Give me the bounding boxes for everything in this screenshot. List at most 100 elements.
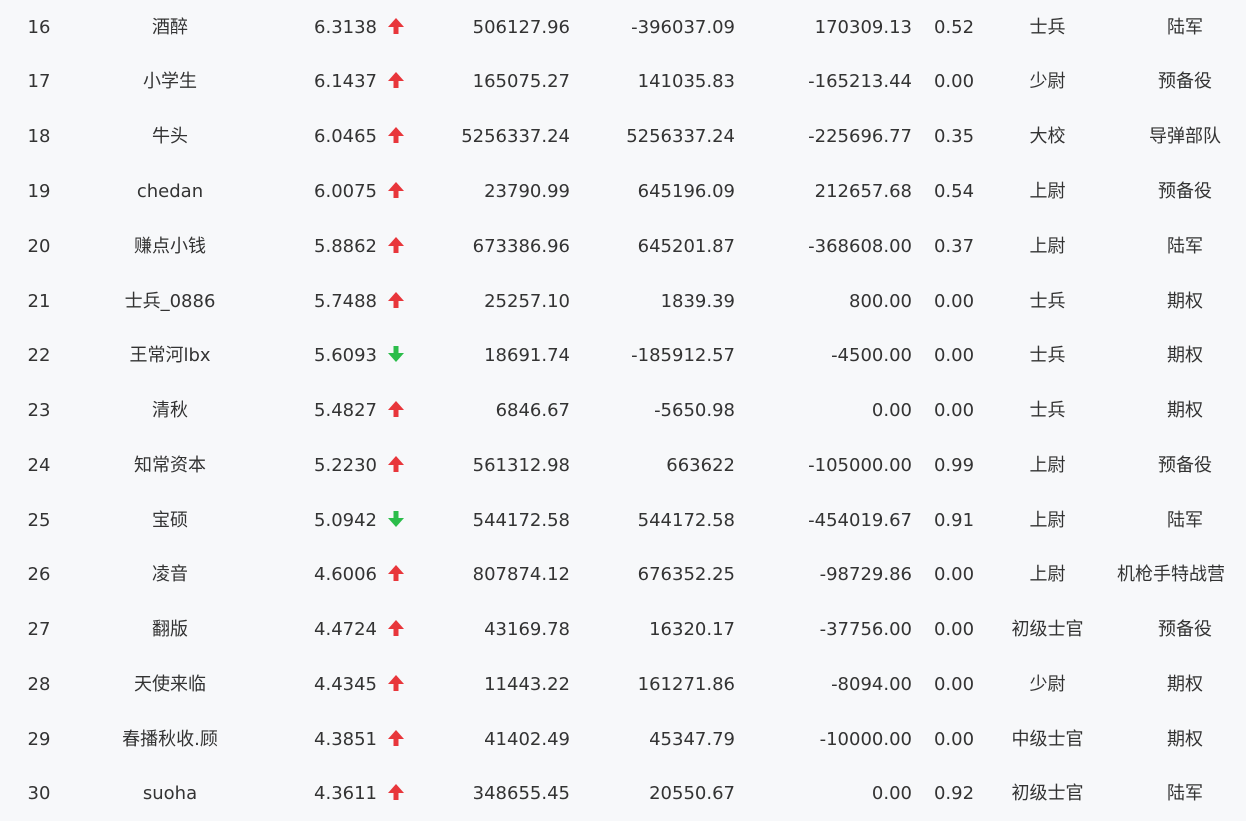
- group-cell: 预备役: [1158, 181, 1212, 202]
- name-link[interactable]: 凌音: [80, 548, 260, 602]
- table-row[interactable]: 28 天使来临 4.4345 11443.22 161271.86 -8094.…: [0, 658, 1246, 712]
- name-link[interactable]: 天使来临: [80, 658, 260, 712]
- rank-cell: 21: [27, 291, 51, 312]
- name-link[interactable]: 翻版: [80, 603, 260, 657]
- arrow-up-icon: [384, 713, 408, 767]
- arrow-up-icon: [384, 384, 408, 438]
- name-link[interactable]: suoha: [80, 767, 260, 821]
- ratio-cell: 0.92: [933, 783, 975, 804]
- table-row[interactable]: 24 知常资本 5.2230 561312.98 663622 -105000.…: [0, 439, 1246, 493]
- table-row[interactable]: 25 宝硕 5.0942 544172.58 544172.58 -454019…: [0, 494, 1246, 548]
- ranking-table: 16 酒醉 6.3138 506127.96 -396037.09 170309…: [0, 0, 1246, 820]
- score-cell: 6.3138: [314, 17, 377, 38]
- value-3-cell: 0.00: [871, 783, 912, 804]
- value-1-cell: 165075.27: [472, 71, 570, 92]
- military-rank-cell: 少尉: [1029, 674, 1066, 695]
- name-link[interactable]: 春播秋收.顾: [80, 713, 260, 767]
- name-link[interactable]: 酒醉: [80, 1, 260, 55]
- military-rank-cell: 上尉: [1029, 564, 1066, 585]
- arrow-up-icon: [384, 603, 408, 657]
- value-2-cell: 645201.87: [637, 236, 735, 257]
- name-link[interactable]: 知常资本: [80, 439, 260, 493]
- table-row[interactable]: 20 赚点小钱 5.8862 673386.96 645201.87 -3686…: [0, 220, 1246, 274]
- value-3-cell: -37756.00: [819, 619, 912, 640]
- arrow-up-icon: [384, 275, 408, 329]
- table-row[interactable]: 19 chedan 6.0075 23790.99 645196.09 2126…: [0, 165, 1246, 219]
- ratio-cell: 0.00: [933, 400, 975, 421]
- military-rank-cell: 上尉: [1029, 455, 1066, 476]
- value-2-cell: -396037.09: [631, 17, 735, 38]
- group-cell: 期权: [1167, 400, 1203, 421]
- group-cell: 期权: [1167, 729, 1203, 750]
- arrow-up-icon: [384, 220, 408, 274]
- name-link[interactable]: 士兵_0886: [80, 275, 260, 329]
- group-cell: 陆军: [1167, 510, 1203, 531]
- score-cell: 5.8862: [314, 236, 377, 257]
- table-row[interactable]: 22 王常河lbx 5.6093 18691.74 -185912.57 -45…: [0, 329, 1246, 383]
- group-cell: 期权: [1167, 345, 1203, 366]
- score-cell: 5.4827: [314, 400, 377, 421]
- military-rank-cell: 大校: [1029, 126, 1066, 147]
- name-link[interactable]: 赚点小钱: [80, 220, 260, 274]
- score-cell: 5.2230: [314, 455, 377, 476]
- name-link[interactable]: chedan: [80, 165, 260, 219]
- value-3-cell: -368608.00: [808, 236, 912, 257]
- name-link[interactable]: 宝硕: [80, 494, 260, 548]
- value-2-cell: 663622: [666, 455, 735, 476]
- score-cell: 4.3611: [314, 783, 377, 804]
- value-3-cell: -165213.44: [808, 71, 912, 92]
- table-row[interactable]: 29 春播秋收.顾 4.3851 41402.49 45347.79 -1000…: [0, 713, 1246, 767]
- ratio-cell: 0.00: [933, 345, 975, 366]
- score-cell: 4.4724: [314, 619, 377, 640]
- ratio-cell: 0.00: [933, 291, 975, 312]
- name-link[interactable]: 牛头: [80, 110, 260, 164]
- rank-cell: 28: [27, 674, 51, 695]
- ratio-cell: 0.52: [933, 17, 975, 38]
- score-cell: 6.1437: [314, 71, 377, 92]
- military-rank-cell: 士兵: [1029, 291, 1066, 312]
- value-1-cell: 807874.12: [472, 564, 570, 585]
- score-cell: 4.4345: [314, 674, 377, 695]
- military-rank-cell: 士兵: [1029, 400, 1066, 421]
- table-row[interactable]: 17 小学生 6.1437 165075.27 141035.83 -16521…: [0, 55, 1246, 109]
- group-cell: 期权: [1167, 674, 1203, 695]
- value-1-cell: 561312.98: [472, 455, 570, 476]
- value-2-cell: 5256337.24: [626, 126, 735, 147]
- name-link[interactable]: 清秋: [80, 384, 260, 438]
- value-2-cell: -5650.98: [654, 400, 735, 421]
- table-row[interactable]: 21 士兵_0886 5.7488 25257.10 1839.39 800.0…: [0, 275, 1246, 329]
- name-link[interactable]: 王常河lbx: [80, 329, 260, 383]
- table-row[interactable]: 23 清秋 5.4827 6846.67 -5650.98 0.00 0.00 …: [0, 384, 1246, 438]
- table-row[interactable]: 16 酒醉 6.3138 506127.96 -396037.09 170309…: [0, 1, 1246, 55]
- group-cell: 陆军: [1167, 17, 1203, 38]
- table-row[interactable]: 27 翻版 4.4724 43169.78 16320.17 -37756.00…: [0, 603, 1246, 657]
- arrow-up-icon: [384, 767, 408, 821]
- value-2-cell: -185912.57: [631, 345, 735, 366]
- ratio-cell: 0.00: [933, 729, 975, 750]
- value-1-cell: 43169.78: [484, 619, 570, 640]
- score-cell: 4.3851: [314, 729, 377, 750]
- group-cell: 预备役: [1158, 455, 1212, 476]
- ratio-cell: 0.00: [933, 71, 975, 92]
- group-cell: 期权: [1167, 291, 1203, 312]
- arrow-up-icon: [384, 658, 408, 712]
- arrow-up-icon: [384, 1, 408, 55]
- value-2-cell: 645196.09: [637, 181, 735, 202]
- arrow-up-icon: [384, 165, 408, 219]
- table-row[interactable]: 18 牛头 6.0465 5256337.24 5256337.24 -2256…: [0, 110, 1246, 164]
- score-cell: 5.6093: [314, 345, 377, 366]
- ratio-cell: 0.37: [933, 236, 975, 257]
- military-rank-cell: 士兵: [1029, 17, 1066, 38]
- group-cell: 陆军: [1167, 783, 1203, 804]
- arrow-up-icon: [384, 548, 408, 602]
- military-rank-cell: 士兵: [1029, 345, 1066, 366]
- value-2-cell: 544172.58: [637, 510, 735, 531]
- value-3-cell: -8094.00: [831, 674, 912, 695]
- ratio-cell: 0.54: [933, 181, 975, 202]
- value-3-cell: -105000.00: [808, 455, 912, 476]
- table-row[interactable]: 30 suoha 4.3611 348655.45 20550.67 0.00 …: [0, 767, 1246, 821]
- value-3-cell: -98729.86: [819, 564, 912, 585]
- name-link[interactable]: 小学生: [80, 55, 260, 109]
- value-1-cell: 6846.67: [495, 400, 570, 421]
- table-row[interactable]: 26 凌音 4.6006 807874.12 676352.25 -98729.…: [0, 548, 1246, 602]
